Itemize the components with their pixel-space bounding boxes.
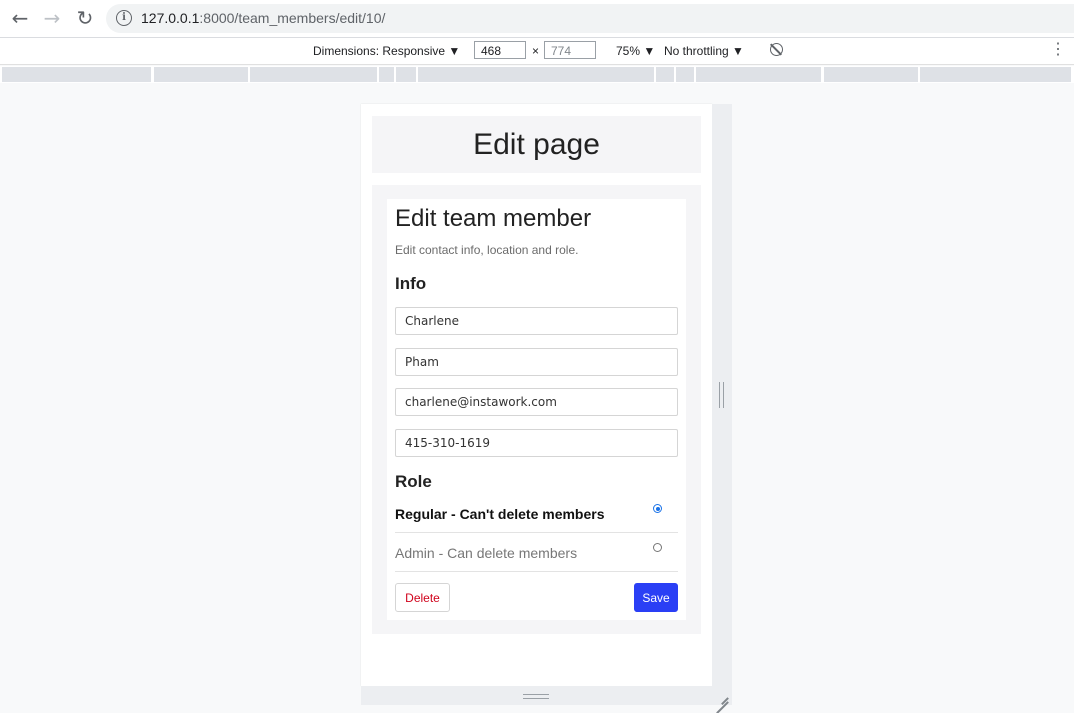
more-options-icon[interactable]: ⋮ (1050, 42, 1066, 58)
role-option-admin[interactable]: Admin - Can delete members (395, 533, 678, 572)
role-radio-admin[interactable] (653, 543, 662, 552)
height-input[interactable]: 774 (544, 41, 596, 59)
role-radio-regular[interactable] (653, 504, 662, 513)
reload-icon[interactable]: ↻ (73, 6, 97, 30)
media-query-segment[interactable] (920, 67, 1071, 82)
media-query-segment[interactable] (656, 67, 674, 82)
url-host: 127.0.0.1 (141, 10, 200, 26)
role-option-regular[interactable]: Regular - Can't delete members (395, 494, 678, 533)
phone-field[interactable] (395, 429, 678, 457)
browser-toolbar: ← → ↻ i 127.0.0.1:8000/team_members/edit… (0, 0, 1074, 38)
role-section-title: Role (395, 472, 432, 491)
info-section-title: Info (395, 274, 427, 293)
last-name-field[interactable] (395, 348, 678, 376)
zoom-dropdown[interactable]: 75% ▼ (616, 44, 655, 58)
right-resize-handle[interactable] (712, 104, 732, 686)
media-query-segment[interactable] (696, 67, 821, 82)
page-title: Edit page (473, 128, 600, 161)
device-toolbar: Dimensions: Responsive ▼ 468 × 774 75% ▼… (0, 38, 1074, 65)
dimension-separator: × (532, 44, 540, 58)
edit-card-container: Edit team member Edit contact info, loca… (372, 185, 701, 634)
page-header: Edit page (372, 116, 701, 173)
media-query-segment[interactable] (250, 67, 377, 82)
card-subtitle: Edit contact info, location and role. (395, 243, 579, 257)
media-query-segment[interactable] (676, 67, 694, 82)
role-label: Admin - Can delete members (395, 545, 578, 561)
bottom-resize-handle[interactable] (361, 686, 732, 705)
device-viewport: Edit page Edit team member Edit contact … (361, 104, 712, 686)
media-query-segment[interactable] (2, 67, 151, 82)
dimensions-dropdown[interactable]: Dimensions: Responsive ▼ (313, 44, 460, 58)
throttling-dropdown[interactable]: No throttling ▼ (664, 44, 744, 58)
media-query-segment[interactable] (154, 67, 248, 82)
email-field[interactable] (395, 388, 678, 416)
delete-button[interactable]: Delete (395, 583, 450, 612)
media-query-segment[interactable] (418, 67, 654, 82)
media-query-segment[interactable] (824, 67, 918, 82)
edit-form-card: Edit team member Edit contact info, loca… (387, 199, 686, 620)
first-name-field[interactable] (395, 307, 678, 335)
save-button[interactable]: Save (634, 583, 678, 612)
url-path: :8000/team_members/edit/10/ (199, 10, 386, 26)
back-arrow-icon[interactable]: ← (8, 6, 32, 30)
bottom-grip-icon (523, 694, 549, 699)
url-text[interactable]: 127.0.0.1:8000/team_members/edit/10/ (141, 10, 385, 26)
card-title: Edit team member (395, 205, 592, 232)
width-input[interactable]: 468 (474, 41, 526, 59)
role-label: Regular - Can't delete members (395, 506, 605, 522)
corner-resize-icon[interactable] (715, 689, 729, 703)
rotate-icon[interactable] (770, 43, 783, 56)
media-query-segment[interactable] (379, 67, 394, 82)
forward-arrow-icon[interactable]: → (40, 6, 64, 30)
media-query-segment[interactable] (396, 67, 416, 82)
site-info-icon[interactable]: i (116, 10, 132, 26)
right-grip-icon (719, 382, 724, 408)
address-bar[interactable]: i 127.0.0.1:8000/team_members/edit/10/ (106, 4, 1074, 33)
media-query-bar (0, 66, 1074, 83)
